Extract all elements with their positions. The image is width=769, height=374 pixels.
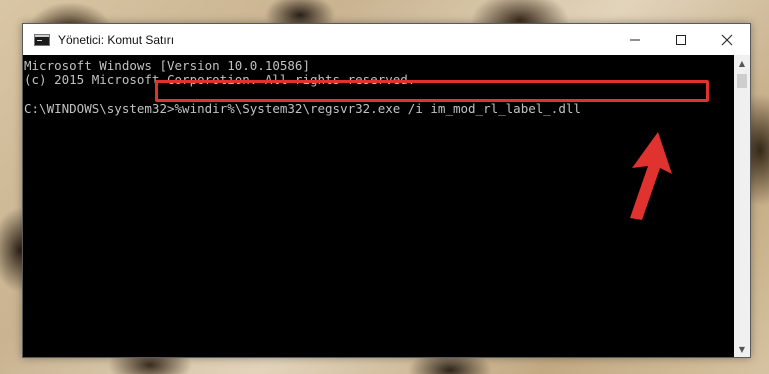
minimize-icon bbox=[630, 39, 640, 40]
command-highlight-box bbox=[155, 80, 709, 102]
window-title: Yönetici: Komut Satırı bbox=[58, 32, 175, 47]
vertical-scrollbar[interactable]: ▲ ▼ bbox=[734, 55, 750, 357]
maximize-button[interactable] bbox=[658, 24, 704, 55]
console-icon bbox=[34, 33, 50, 46]
console-line: Microsoft Windows [Version 10.0.10586] bbox=[24, 58, 310, 73]
scroll-thumb[interactable] bbox=[737, 74, 747, 88]
command-prompt: C:\WINDOWS\system32> bbox=[24, 101, 175, 116]
scroll-up-icon[interactable]: ▲ bbox=[734, 55, 750, 71]
minimize-button[interactable] bbox=[612, 24, 658, 55]
arrow-pointer-icon bbox=[630, 132, 672, 220]
maximize-icon bbox=[676, 34, 686, 45]
close-icon bbox=[721, 34, 733, 45]
scroll-down-icon[interactable]: ▼ bbox=[734, 341, 750, 357]
command-line[interactable]: C:\WINDOWS\system32>%windir%\System32\re… bbox=[24, 101, 734, 117]
title-bar[interactable]: Yönetici: Komut Satırı bbox=[23, 24, 750, 55]
command-input[interactable]: %windir%\System32\regsvr32.exe /i im_mod… bbox=[175, 101, 581, 117]
close-button[interactable] bbox=[704, 24, 750, 55]
